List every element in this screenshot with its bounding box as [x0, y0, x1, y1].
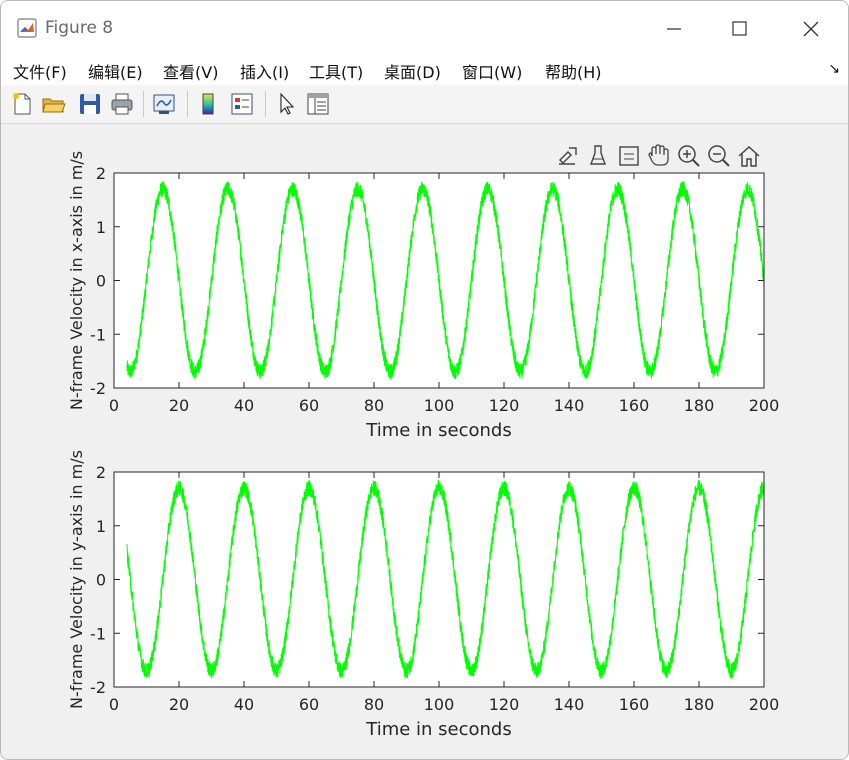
matlab-app-icon — [17, 18, 37, 38]
subplot-x-velocity: 0 20 40 60 80 100 120 140 160 180 200 -2 -1 0 1 2 Time i… — [67, 151, 779, 441]
axes-toolbar — [559, 144, 760, 167]
menu-desktop[interactable]: 桌面(D) — [384, 59, 441, 83]
y-tick-label: 2 — [96, 164, 106, 183]
minimize-button[interactable] — [653, 13, 693, 45]
insert-legend-button[interactable] — [229, 91, 255, 117]
x-axis-label: Time in seconds — [365, 719, 511, 740]
title-bar: Figure 8 — [1, 1, 848, 53]
open-file-button[interactable] — [41, 91, 67, 117]
x-tick-label: 100 — [424, 396, 455, 415]
y-tick-label: -1 — [90, 624, 106, 643]
home-restore-view-icon[interactable] — [738, 145, 760, 167]
edit-plot-button[interactable] — [273, 91, 299, 117]
x-tick-label: 80 — [364, 695, 384, 714]
insert-colorbar-button[interactable] — [195, 91, 221, 117]
x-tick-label: 40 — [234, 695, 254, 714]
legend-icon — [231, 93, 253, 115]
new-figure-button[interactable] — [9, 91, 35, 117]
property-inspector-button[interactable] — [305, 91, 331, 117]
save-button[interactable] — [77, 91, 103, 117]
data-tips-icon[interactable] — [619, 146, 639, 166]
menu-file[interactable]: 文件(F) — [13, 59, 67, 83]
x-tick-label: 200 — [749, 396, 780, 415]
toolbar-separator — [143, 91, 144, 117]
x-tick-label: 180 — [684, 695, 715, 714]
x-tick-label: 160 — [619, 396, 650, 415]
maximize-button[interactable] — [719, 13, 759, 45]
x-tick-label: 0 — [109, 396, 119, 415]
x-tick-label: 180 — [684, 396, 715, 415]
toolbar-separator — [265, 91, 266, 117]
x-tick-label: 40 — [234, 396, 254, 415]
menu-edit[interactable]: 编辑(E) — [88, 59, 143, 83]
toolbar-separator — [187, 91, 188, 117]
export-icon[interactable] — [559, 147, 577, 165]
print-button[interactable] — [109, 91, 135, 117]
figure-canvas: 0 20 40 60 80 100 120 140 160 180 200 -2 -1 0 1 2 Time i… — [1, 124, 848, 759]
menu-view[interactable]: 查看(V) — [163, 59, 218, 83]
close-button[interactable] — [791, 13, 831, 45]
x-tick-label: 140 — [554, 396, 585, 415]
subplot-y-velocity: 0 20 40 60 80 100 120 140 160 180 200 -2 -1 0 1 2 Time i… — [67, 450, 779, 740]
x-axis-label: Time in seconds — [365, 420, 511, 441]
zoom-in-icon[interactable] — [678, 145, 700, 167]
x-tick-label: 140 — [554, 695, 585, 714]
menu-dock-arrow-icon[interactable]: ↘ — [828, 61, 840, 77]
y-tick-label: 0 — [96, 571, 106, 590]
menu-window[interactable]: 窗口(W) — [462, 59, 522, 83]
y-axis-label: N-frame Velocity in x-axis in m/s — [67, 151, 86, 410]
link-plot-button[interactable] — [151, 91, 177, 117]
pointer-arrow-icon — [280, 92, 295, 115]
y-axis-label: N-frame Velocity in y-axis in m/s — [67, 450, 86, 709]
y-tick-label: -2 — [90, 379, 106, 398]
colorbar-icon — [202, 93, 214, 115]
menu-bar: 文件(F) 编辑(E) 查看(V) 插入(I) 工具(T) 桌面(D) 窗口(W… — [1, 53, 848, 85]
pan-hand-icon[interactable] — [648, 144, 669, 166]
brush-icon[interactable] — [590, 145, 606, 165]
window-title: Figure 8 — [45, 18, 114, 38]
x-tick-label: 60 — [299, 695, 319, 714]
maximize-icon — [732, 21, 747, 36]
y-tick-label: -2 — [90, 678, 106, 697]
x-tick-label: 120 — [489, 396, 520, 415]
x-tick-label: 60 — [299, 396, 319, 415]
x-tick-label: 20 — [169, 695, 189, 714]
y-tick-label: 2 — [96, 463, 106, 482]
y-tick-label: -1 — [90, 325, 106, 344]
x-tick-label: 120 — [489, 695, 520, 714]
x-tick-label: 20 — [169, 396, 189, 415]
toolbar — [1, 85, 848, 124]
x-tick-label: 200 — [749, 695, 780, 714]
y-tick-label: 1 — [96, 218, 106, 237]
x-tick-label: 0 — [109, 695, 119, 714]
y-tick-label: 0 — [96, 272, 106, 291]
figure-window: Figure 8 文件(F) 编辑(E) 查看(V) 插入(I) 工具(T) 桌… — [0, 0, 849, 760]
menu-insert[interactable]: 插入(I) — [240, 59, 289, 83]
y-tick-label: 1 — [96, 517, 106, 536]
x-tick-label: 80 — [364, 396, 384, 415]
zoom-out-icon[interactable] — [708, 145, 730, 167]
menu-tools[interactable]: 工具(T) — [309, 59, 363, 83]
x-tick-label: 160 — [619, 695, 650, 714]
x-tick-label: 100 — [424, 695, 455, 714]
menu-help[interactable]: 帮助(H) — [545, 59, 602, 83]
close-icon — [803, 21, 819, 37]
axes-background — [114, 472, 764, 687]
